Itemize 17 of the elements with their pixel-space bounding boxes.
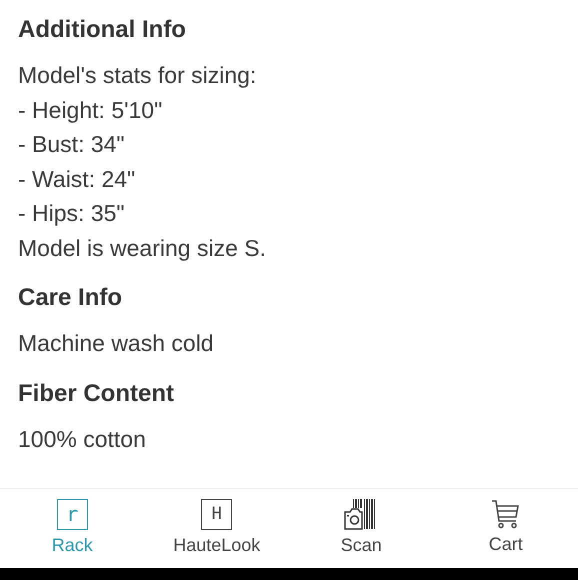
section-heading: Fiber Content <box>18 378 175 408</box>
info-text: - Waist: 24" <box>18 164 136 194</box>
section-heading: Additional Info <box>18 15 187 45</box>
nav-tab[interactable]: H HauteLook <box>144 489 289 568</box>
info-text: Model's stats for sizing: <box>18 61 258 90</box>
section-heading: Care Info <box>18 283 124 313</box>
logo-icon: H <box>201 498 232 530</box>
info-text: 100% cotton <box>18 424 147 454</box>
info-text: Machine wash cold <box>18 329 215 358</box>
info-text: - Height: 5'10" <box>18 96 164 125</box>
logo-icon: r <box>56 498 88 530</box>
nav-tab[interactable]: Scan <box>289 489 434 568</box>
cart-icon <box>490 499 521 529</box>
info-text: Model is wearing size S. <box>18 234 267 263</box>
nav-tab[interactable]: Cart <box>434 489 578 568</box>
info-text: - Bust: 34" <box>18 130 126 159</box>
info-text: - Hips: 35" <box>18 199 126 228</box>
